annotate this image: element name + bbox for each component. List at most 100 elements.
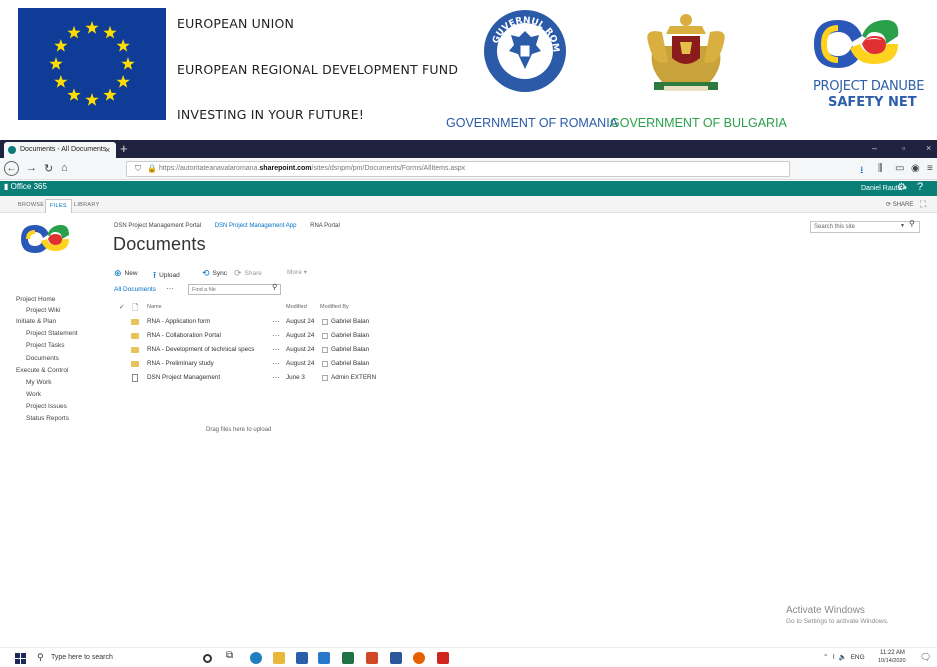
nav-item-project-issues[interactable]: Project Issues: [26, 403, 67, 410]
find-search-icon[interactable]: ⚲: [272, 283, 277, 291]
library-icon[interactable]: ⫼: [878, 163, 883, 174]
modified-by[interactable]: Gabriel Balan: [331, 318, 369, 325]
address-bar[interactable]: ⛉ 🔒 https://autoritateanavalaromana.shar…: [126, 161, 790, 177]
breadcrumb-portal-link[interactable]: DSN Project Management Portal: [114, 223, 201, 229]
help-icon[interactable]: ?: [917, 181, 923, 193]
column-header-modified-by[interactable]: Modified By: [320, 304, 349, 310]
item-menu-ellipsis[interactable]: ···: [272, 317, 280, 326]
breadcrumb-app-link[interactable]: DSN Project Management App: [215, 223, 297, 229]
nav-item-project-tasks[interactable]: Project Tasks: [26, 342, 65, 349]
column-header-modified[interactable]: Modified: [286, 304, 307, 310]
table-row[interactable]: DSN Project Management ··· June 3 Admin …: [114, 372, 394, 386]
volume-icon[interactable]: 🔈: [839, 654, 847, 661]
edge-icon[interactable]: [250, 652, 262, 664]
table-row[interactable]: RNA - Development of technical specs ···…: [114, 344, 394, 358]
item-menu-ellipsis[interactable]: ···: [272, 345, 280, 354]
folder-icon: [131, 333, 139, 339]
select-all-checkmark-icon[interactable]: ✓: [119, 303, 125, 311]
download-icon[interactable]: ⭳: [860, 163, 864, 180]
account-icon[interactable]: ◉: [911, 163, 920, 174]
modified-by[interactable]: Admin EXTERN: [331, 374, 376, 381]
tab-close-icon[interactable]: ×: [105, 145, 110, 155]
store-icon[interactable]: [296, 652, 308, 664]
document-name[interactable]: RNA - Application form: [147, 318, 210, 325]
document-name[interactable]: RNA - Development of technical specs: [147, 346, 254, 353]
windows-start-icon[interactable]: [15, 653, 26, 664]
modified-by[interactable]: Gabriel Balan: [331, 346, 369, 353]
upload-button[interactable]: ⭱ Upload: [153, 268, 180, 284]
table-row[interactable]: RNA - Preliminary study ··· August 24 Ga…: [114, 358, 394, 372]
forward-arrow-icon[interactable]: →: [26, 162, 37, 174]
file-explorer-icon[interactable]: [273, 652, 285, 664]
nav-item-work[interactable]: Work: [26, 391, 41, 398]
task-view-icon[interactable]: ⧉: [226, 650, 238, 662]
ribbon-tab-browse[interactable]: BROWSE: [14, 199, 48, 213]
nav-item-project-home[interactable]: Project Home: [16, 296, 55, 303]
share-page-button[interactable]: ⟳ SHARE: [886, 201, 913, 208]
eu-star: [67, 88, 81, 101]
cortana-icon[interactable]: [203, 654, 212, 663]
view-all-documents[interactable]: All Documents: [114, 286, 156, 293]
document-name[interactable]: RNA - Collaboration Portal: [147, 332, 221, 339]
mail-icon[interactable]: [318, 652, 330, 664]
nav-item-initiate-plan[interactable]: Initiate & Plan: [16, 318, 56, 325]
more-button[interactable]: More ▾: [287, 268, 307, 276]
close-window-icon[interactable]: ×: [926, 143, 931, 153]
document-name[interactable]: RNA - Preliminary study: [147, 360, 214, 367]
view-options-ellipsis[interactable]: ···: [166, 284, 174, 293]
maximize-icon[interactable]: ▫: [902, 143, 905, 153]
share-button[interactable]: ⟳ Share: [234, 268, 262, 279]
excel-icon[interactable]: [342, 652, 354, 664]
search-scope-dropdown-icon[interactable]: ▼: [900, 223, 905, 229]
firefox-icon[interactable]: [413, 652, 425, 664]
clock-date[interactable]: 10/14/2020: [878, 658, 906, 664]
tracking-shield-icon[interactable]: ⛉: [135, 164, 141, 174]
nav-item-project-wiki[interactable]: Project Wiki: [26, 307, 60, 314]
site-logo[interactable]: [17, 222, 73, 256]
find-file-input[interactable]: Find a file: [188, 284, 281, 295]
breadcrumb: DSN Project Management Portal DSN Projec…: [114, 223, 352, 229]
new-button[interactable]: ⊕ New: [114, 268, 138, 279]
item-menu-ellipsis[interactable]: ···: [272, 359, 280, 368]
office365-logo[interactable]: ▮ Office 365: [4, 182, 47, 191]
sync-button[interactable]: ⟲ Sync: [202, 268, 227, 279]
acrobat-icon[interactable]: [437, 652, 449, 664]
document-name[interactable]: DSN Project Management: [147, 374, 220, 381]
item-menu-ellipsis[interactable]: ···: [272, 373, 280, 382]
sidebar-icon[interactable]: ▭: [895, 163, 904, 174]
home-icon[interactable]: ⌂: [61, 162, 68, 174]
eu-union-text: EUROPEAN UNION: [177, 16, 295, 31]
powerpoint-icon[interactable]: [366, 652, 378, 664]
clock-time[interactable]: 11:22 AM: [880, 650, 905, 656]
modified-by[interactable]: Gabriel Balan: [331, 360, 369, 367]
nav-item-my-work[interactable]: My Work: [26, 379, 52, 386]
minimize-icon[interactable]: –: [872, 143, 877, 153]
breadcrumb-rna-link[interactable]: RNA Portal: [310, 223, 340, 229]
language-indicator[interactable]: ENG: [851, 654, 865, 661]
item-menu-ellipsis[interactable]: ···: [272, 331, 280, 340]
taskbar-search-box[interactable]: ⚲ Type here to search: [35, 650, 171, 666]
nav-item-documents[interactable]: Documents: [26, 355, 59, 362]
settings-gear-icon[interactable]: ⚙: [897, 182, 906, 193]
lock-icon[interactable]: 🔒: [147, 164, 157, 173]
modified-by[interactable]: Gabriel Balan: [331, 332, 369, 339]
table-row[interactable]: RNA - Application form ··· August 24 Gab…: [114, 316, 394, 330]
table-row[interactable]: RNA - Collaboration Portal ··· August 24…: [114, 330, 394, 344]
notification-icon[interactable]: 🗨: [920, 652, 931, 663]
column-header-name[interactable]: Name: [147, 304, 162, 310]
word-icon[interactable]: [390, 652, 402, 664]
nav-item-status-reports[interactable]: Status Reports: [26, 415, 69, 422]
reload-icon[interactable]: ↻: [44, 162, 53, 175]
menu-icon[interactable]: ≡: [927, 163, 933, 174]
focus-content-icon[interactable]: ⛶: [920, 199, 926, 210]
system-tray[interactable]: ⌃ ⌇ 🔈 ENG: [823, 653, 865, 661]
nav-item-execute-control[interactable]: Execute & Control: [16, 367, 68, 374]
ribbon-tab-files[interactable]: FILES: [45, 199, 72, 213]
new-tab-button[interactable]: +: [120, 141, 128, 156]
nav-item-project-statement[interactable]: Project Statement: [26, 330, 78, 337]
back-arrow-icon[interactable]: ←: [4, 161, 19, 176]
ribbon-tab-library[interactable]: LIBRARY: [70, 199, 104, 213]
browser-tab[interactable]: Documents - All Documents ×: [4, 142, 116, 158]
search-icon[interactable]: ⚲: [909, 219, 915, 228]
network-icon[interactable]: ⌇: [832, 654, 835, 661]
